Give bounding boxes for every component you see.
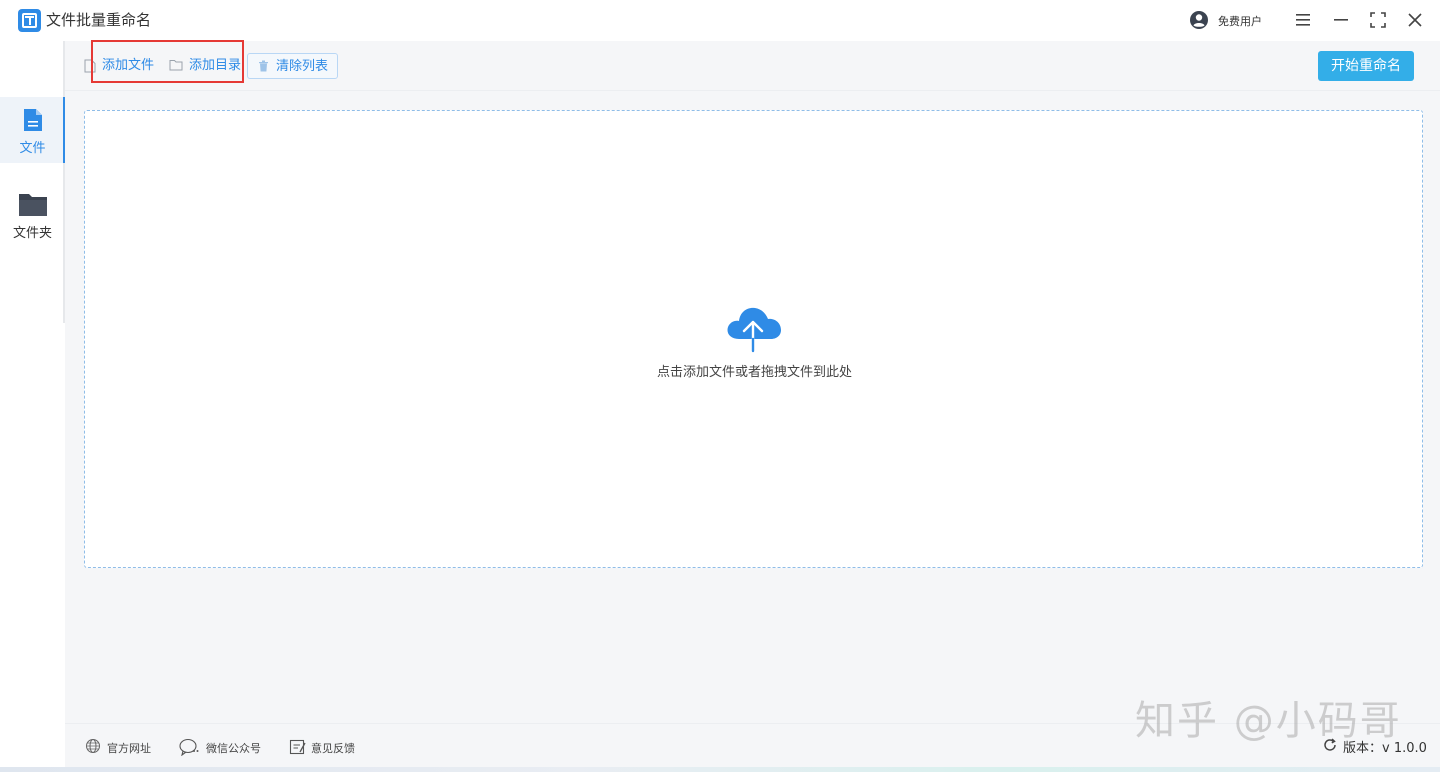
add-folder-button[interactable]: 添加目录 bbox=[169, 53, 245, 79]
folder-icon bbox=[18, 194, 47, 216]
maximize-button[interactable] bbox=[1367, 9, 1389, 31]
official-website-label: 官方网址 bbox=[107, 742, 151, 755]
sidebar-item-label: 文件夹 bbox=[12, 226, 52, 241]
dropzone-hint: 点击添加文件或者拖拽文件到此处 bbox=[656, 365, 852, 380]
sidebar: 文件 文件夹 bbox=[0, 41, 65, 772]
file-dropzone[interactable]: 点击添加文件或者拖拽文件到此处 bbox=[84, 110, 1423, 568]
app-title: 文件批量重命名 bbox=[46, 11, 152, 29]
maximize-icon bbox=[1370, 12, 1386, 28]
file-icon bbox=[23, 109, 42, 131]
sidebar-item-label: 文件 bbox=[19, 141, 46, 156]
feedback-icon bbox=[289, 739, 306, 755]
taskbar-strip bbox=[0, 767, 1440, 772]
watermark: 知乎 @小码哥 bbox=[1135, 698, 1402, 744]
clear-list-label: 清除列表 bbox=[276, 59, 329, 74]
add-folder-label: 添加目录 bbox=[189, 58, 242, 73]
wechat-label: 微信公众号 bbox=[206, 742, 261, 755]
folder-icon bbox=[169, 60, 183, 71]
minimize-icon bbox=[1334, 19, 1348, 21]
close-icon bbox=[1408, 13, 1422, 27]
add-file-button[interactable]: 添加文件 bbox=[84, 53, 158, 79]
title-bar: 文件批量重命名 免费用户 bbox=[0, 0, 1440, 41]
start-rename-button[interactable]: 开始重命名 bbox=[1318, 51, 1414, 81]
add-file-label: 添加文件 bbox=[102, 58, 155, 73]
toolbar: 添加文件 添加目录 清除列表 开始重命名 bbox=[65, 40, 1440, 91]
user-label: 免费用户 bbox=[1218, 15, 1262, 28]
sidebar-item-folder[interactable]: 文件夹 bbox=[0, 182, 65, 248]
feedback-label: 意见反馈 bbox=[311, 742, 355, 755]
trash-icon bbox=[259, 60, 268, 72]
minimize-button[interactable] bbox=[1330, 9, 1352, 31]
user-circle-icon bbox=[1190, 11, 1208, 29]
close-button[interactable] bbox=[1404, 9, 1426, 31]
file-icon bbox=[84, 59, 96, 73]
wechat-icon bbox=[179, 738, 199, 756]
cloud-upload-icon bbox=[727, 307, 781, 353]
hamburger-menu-icon bbox=[1296, 14, 1310, 26]
globe-icon bbox=[86, 739, 100, 753]
sidebar-item-files[interactable]: 文件 bbox=[0, 97, 65, 163]
main-panel: 添加文件 添加目录 清除列表 开始重命名 点击添加文件或者拖拽文件到此处 bbox=[65, 40, 1440, 723]
clear-list-button[interactable]: 清除列表 bbox=[247, 53, 338, 79]
menu-button[interactable] bbox=[1292, 9, 1314, 31]
app-logo-icon bbox=[18, 9, 41, 32]
